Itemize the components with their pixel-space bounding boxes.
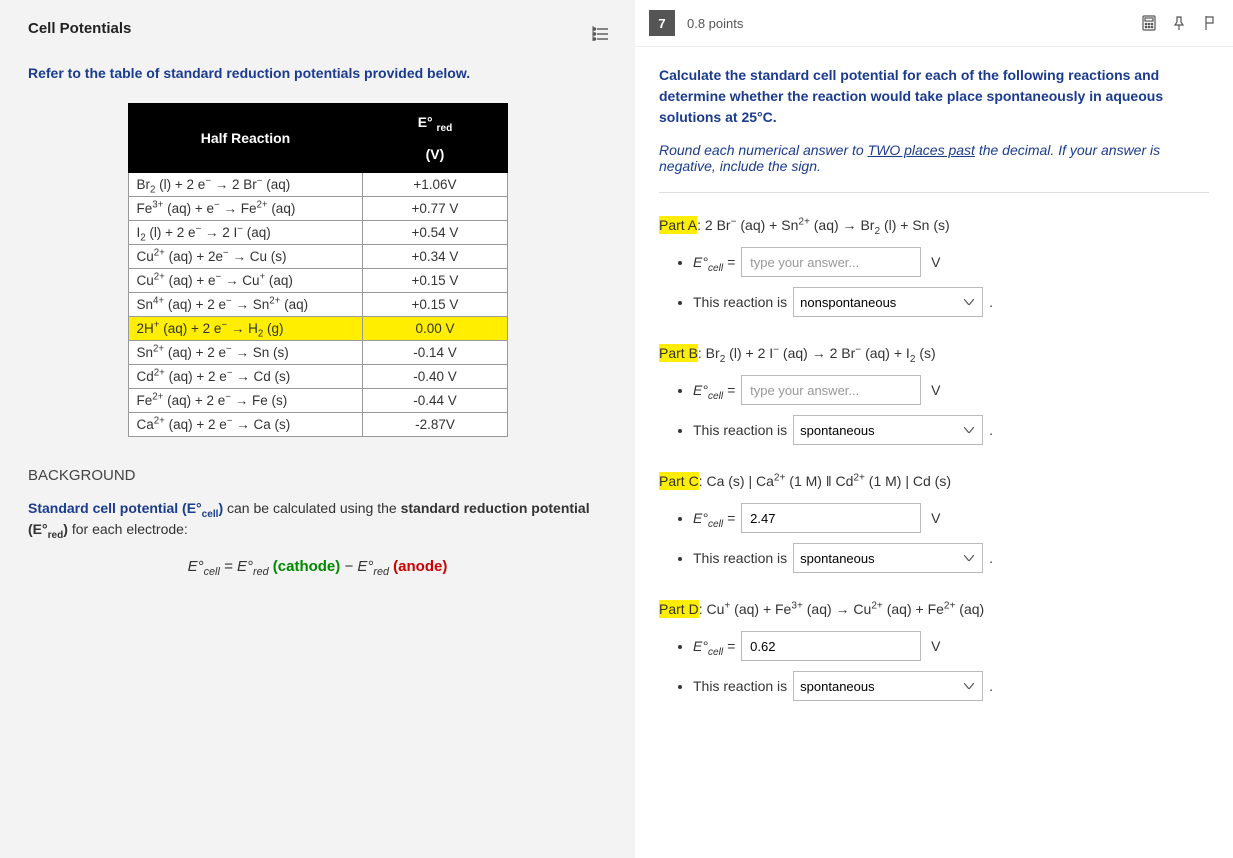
separator [659, 192, 1209, 193]
list-settings-icon[interactable] [589, 22, 613, 46]
question-part: Part C: Ca (s) | Ca2+ (1 M) ‖ Cd2+ (1 M)… [659, 473, 1209, 573]
unit-label: V [931, 510, 940, 526]
question-points: 0.8 points [687, 16, 743, 31]
cell-potential-formula: E°cell = E°red (cathode) − E°red (anode) [28, 558, 607, 575]
calculator-icon[interactable] [1139, 13, 1159, 33]
ecell-input[interactable] [741, 631, 921, 661]
half-reaction-cell: Sn2+ (aq) + 2 e− → Sn (s) [128, 341, 363, 365]
rounding-note: Round each numerical answer to TWO place… [659, 142, 1209, 174]
potential-value-cell: -2.87V [363, 413, 507, 437]
ecell-label: E°cell = [693, 510, 735, 526]
spontaneity-select[interactable]: spontaneousnonspontaneous [793, 415, 983, 445]
table-row: Fe3+ (aq) + e− → Fe2+ (aq)+0.77 V [128, 197, 507, 221]
potentials-table-wrap: Half Reaction E° red (V) Br2 (l) + 2 e− … [28, 103, 607, 437]
th-ered: E° red (V) [363, 104, 507, 173]
reference-pane: Cell Potentials Refer to the table of st… [0, 0, 635, 858]
table-row: Sn2+ (aq) + 2 e− → Sn (s)-0.14 V [128, 341, 507, 365]
ecell-input[interactable] [741, 375, 921, 405]
spontaneity-select[interactable]: spontaneousnonspontaneous [793, 543, 983, 573]
spontaneity-row: This reaction is spontaneousnonspontaneou… [693, 543, 1209, 573]
potential-value-cell: 0.00 V [363, 317, 507, 341]
table-row: I2 (l) + 2 e− → 2 I− (aq)+0.54 V [128, 221, 507, 245]
table-row: Fe2+ (aq) + 2 e− → Fe (s)-0.44 V [128, 389, 507, 413]
half-reaction-cell: Ca2+ (aq) + 2 e− → Ca (s) [128, 413, 363, 437]
background-heading: BACKGROUND [28, 467, 607, 484]
unit-label: V [931, 382, 940, 398]
half-reaction-cell: Cu2+ (aq) + 2e− → Cu (s) [128, 245, 363, 269]
potential-value-cell: +1.06V [363, 173, 507, 197]
ecell-row: E°cell = V [693, 631, 1209, 661]
question-number-badge: 7 [649, 10, 675, 36]
table-row: Ca2+ (aq) + 2 e− → Ca (s)-2.87V [128, 413, 507, 437]
question-body: Calculate the standard cell potential fo… [635, 47, 1233, 858]
spontaneity-row: This reaction is spontaneousnonspontaneou… [693, 415, 1209, 445]
reaction-is-label: This reaction is [693, 550, 787, 566]
half-reaction-cell: Cd2+ (aq) + 2 e− → Cd (s) [128, 365, 363, 389]
table-row: Cd2+ (aq) + 2 e− → Cd (s)-0.40 V [128, 365, 507, 389]
part-label: Part A: 2 Br− (aq) + Sn2+ (aq) → Br2 (l)… [659, 217, 1209, 233]
ecell-row: E°cell = V [693, 503, 1209, 533]
page-title: Cell Potentials [28, 20, 607, 37]
spontaneity-select[interactable]: spontaneousnonspontaneous [793, 287, 983, 317]
potential-value-cell: -0.44 V [363, 389, 507, 413]
potential-value-cell: -0.40 V [363, 365, 507, 389]
ecell-label: E°cell = [693, 638, 735, 654]
ecell-label: E°cell = [693, 382, 735, 398]
spontaneity-select[interactable]: spontaneousnonspontaneous [793, 671, 983, 701]
reaction-is-label: This reaction is [693, 678, 787, 694]
table-row: Cu2+ (aq) + 2e− → Cu (s)+0.34 V [128, 245, 507, 269]
potentials-table: Half Reaction E° red (V) Br2 (l) + 2 e− … [128, 103, 508, 437]
part-label: Part B: Br2 (l) + 2 I− (aq) → 2 Br− (aq)… [659, 345, 1209, 361]
question-intro: Calculate the standard cell potential fo… [659, 65, 1209, 128]
table-row: 2H+ (aq) + 2 e− → H2 (g)0.00 V [128, 317, 507, 341]
part-label: Part D: Cu+ (aq) + Fe3+ (aq) → Cu2+ (aq)… [659, 601, 1209, 617]
half-reaction-cell: I2 (l) + 2 e− → 2 I− (aq) [128, 221, 363, 245]
question-header: 7 0.8 points [635, 0, 1233, 47]
half-reaction-cell: Fe2+ (aq) + 2 e− → Fe (s) [128, 389, 363, 413]
reaction-is-label: This reaction is [693, 294, 787, 310]
unit-label: V [931, 638, 940, 654]
half-reaction-cell: Fe3+ (aq) + e− → Fe2+ (aq) [128, 197, 363, 221]
ecell-input[interactable] [741, 503, 921, 533]
half-reaction-cell: Br2 (l) + 2 e− → 2 Br− (aq) [128, 173, 363, 197]
potential-value-cell: +0.54 V [363, 221, 507, 245]
reaction-is-label: This reaction is [693, 422, 787, 438]
potential-value-cell: +0.77 V [363, 197, 507, 221]
question-pane: 7 0.8 points Calculate t [635, 0, 1233, 858]
pin-icon[interactable] [1169, 13, 1189, 33]
background-text: Standard cell potential (E°cell) can be … [28, 498, 607, 540]
question-part: Part D: Cu+ (aq) + Fe3+ (aq) → Cu2+ (aq)… [659, 601, 1209, 701]
potential-value-cell: -0.14 V [363, 341, 507, 365]
ecell-row: E°cell = V [693, 375, 1209, 405]
potential-value-cell: +0.34 V [363, 245, 507, 269]
ecell-input[interactable] [741, 247, 921, 277]
half-reaction-cell: Cu2+ (aq) + e− → Cu+ (aq) [128, 269, 363, 293]
flag-icon[interactable] [1199, 13, 1219, 33]
ecell-row: E°cell = V [693, 247, 1209, 277]
table-row: Br2 (l) + 2 e− → 2 Br− (aq)+1.06V [128, 173, 507, 197]
table-row: Cu2+ (aq) + e− → Cu+ (aq)+0.15 V [128, 269, 507, 293]
spontaneity-row: This reaction is spontaneousnonspontaneou… [693, 671, 1209, 701]
potential-value-cell: +0.15 V [363, 293, 507, 317]
half-reaction-cell: 2H+ (aq) + 2 e− → H2 (g) [128, 317, 363, 341]
half-reaction-cell: Sn4+ (aq) + 2 e− → Sn2+ (aq) [128, 293, 363, 317]
th-reaction: Half Reaction [128, 104, 363, 173]
table-row: Sn4+ (aq) + 2 e− → Sn2+ (aq)+0.15 V [128, 293, 507, 317]
instruction-text: Refer to the table of standard reduction… [28, 65, 607, 81]
part-label: Part C: Ca (s) | Ca2+ (1 M) ‖ Cd2+ (1 M)… [659, 473, 1209, 489]
question-part: Part A: 2 Br− (aq) + Sn2+ (aq) → Br2 (l)… [659, 217, 1209, 317]
ecell-label: E°cell = [693, 254, 735, 270]
question-part: Part B: Br2 (l) + 2 I− (aq) → 2 Br− (aq)… [659, 345, 1209, 445]
potential-value-cell: +0.15 V [363, 269, 507, 293]
spontaneity-row: This reaction is spontaneousnonspontaneou… [693, 287, 1209, 317]
unit-label: V [931, 254, 940, 270]
